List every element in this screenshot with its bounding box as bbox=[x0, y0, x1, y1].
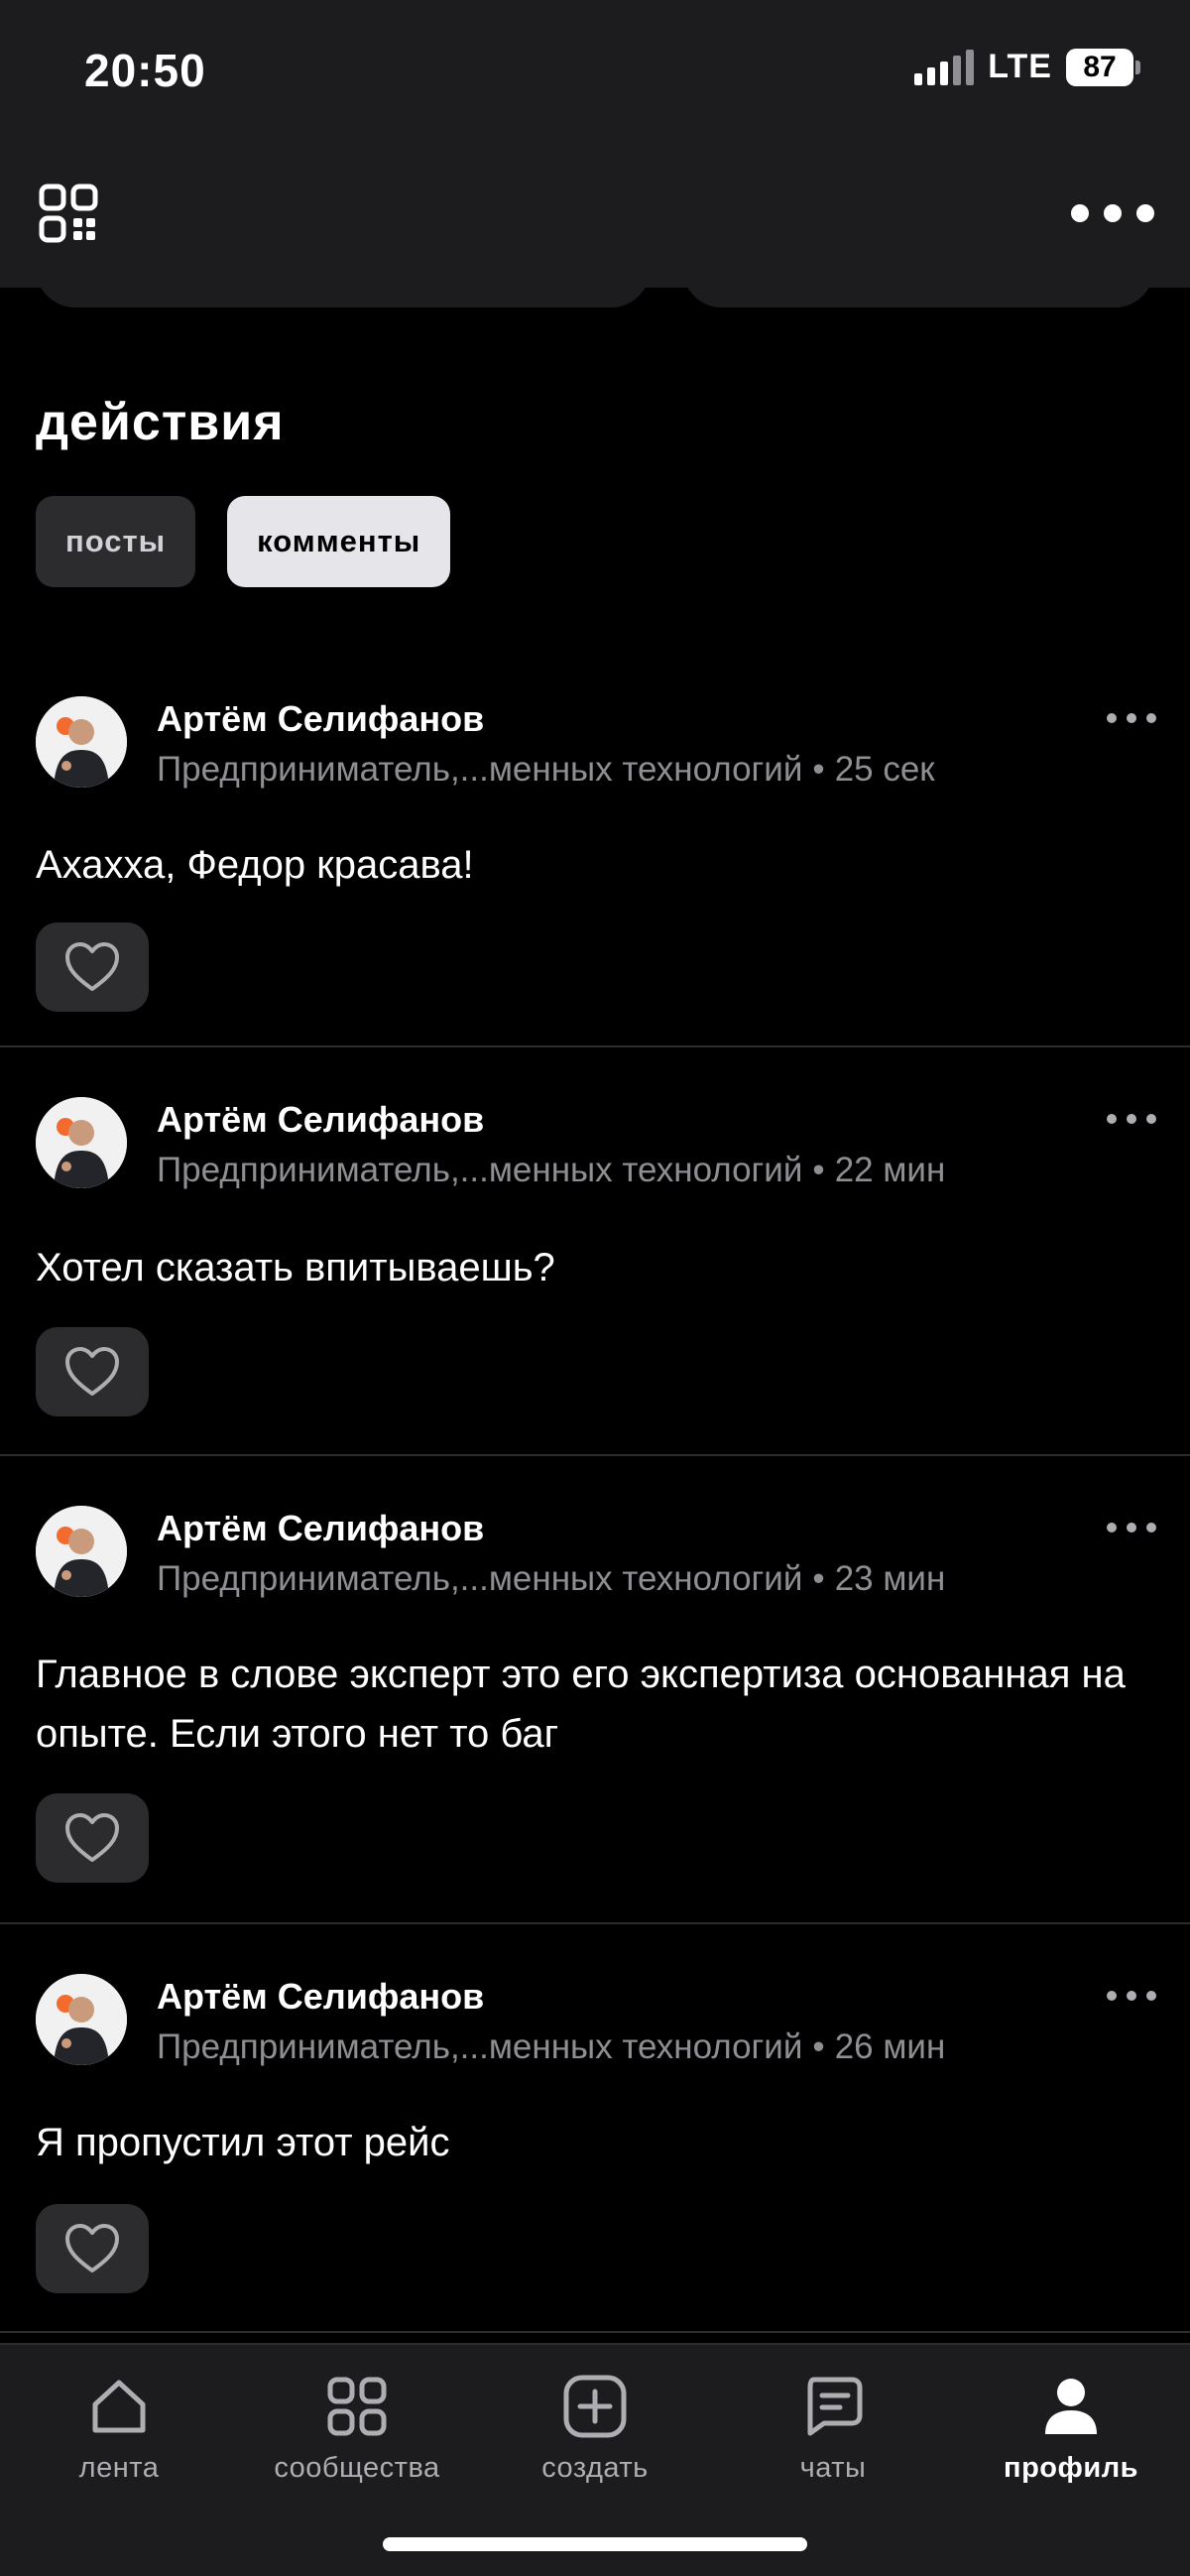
author-subtitle: Предприниматель,...менных технологий bbox=[157, 1559, 803, 1598]
nav-item-chats[interactable]: чаты bbox=[714, 2371, 952, 2485]
plus-square-icon bbox=[559, 2371, 631, 2442]
network-type: LTE bbox=[988, 48, 1052, 85]
comment-time: 25 сек bbox=[834, 750, 935, 789]
nav-label: сообщества bbox=[274, 2452, 440, 2484]
nav-label: лента bbox=[78, 2452, 160, 2484]
comment-more-icon[interactable] bbox=[1107, 708, 1156, 728]
profile-icon bbox=[1035, 2371, 1107, 2442]
nav-item-communities[interactable]: сообщества bbox=[238, 2371, 476, 2485]
status-time: 20:50 bbox=[84, 45, 206, 96]
tab-posts[interactable]: посты bbox=[36, 496, 196, 587]
comment-time: 22 мин bbox=[834, 1151, 946, 1189]
comment-text: Я пропустил этот рейс bbox=[36, 2121, 450, 2164]
comment-meta: Предприниматель,...менных технологий • 23 … bbox=[157, 1559, 946, 1598]
author-subtitle: Предприниматель,...менных технологий bbox=[157, 750, 803, 789]
chat-icon bbox=[797, 2371, 869, 2442]
profile-card-right bbox=[682, 268, 1154, 307]
status-indicators: LTE 87 bbox=[914, 48, 1140, 86]
qr-code-icon[interactable] bbox=[36, 181, 101, 246]
like-button[interactable] bbox=[36, 922, 149, 1012]
grid-icon bbox=[321, 2371, 393, 2442]
comment-author[interactable]: Артём Селифанов bbox=[157, 698, 484, 740]
comment-author[interactable]: Артём Селифанов bbox=[157, 1976, 484, 2018]
comment-text: Хотел сказать впитываешь? bbox=[36, 1246, 555, 1289]
profile-card-left bbox=[36, 268, 651, 307]
avatar[interactable] bbox=[36, 1097, 127, 1188]
avatar[interactable] bbox=[36, 1974, 127, 2065]
activity-tabs: посты комменты bbox=[36, 496, 451, 587]
comment-meta: Предприниматель,...менных технологий • 25 … bbox=[157, 750, 935, 789]
home-icon bbox=[83, 2371, 155, 2442]
top-bar: 20:50 LTE 87 bbox=[0, 0, 1190, 288]
battery-icon: 87 bbox=[1066, 48, 1140, 86]
like-button[interactable] bbox=[36, 2204, 149, 2293]
comment-author[interactable]: Артём Селифанов bbox=[157, 1099, 484, 1141]
signal-icon bbox=[914, 49, 975, 85]
nav-label: чаты bbox=[799, 2452, 867, 2484]
list-item: Артём Селифанов Предприниматель,...менны… bbox=[0, 647, 1190, 1047]
tab-comments[interactable]: комменты bbox=[227, 496, 451, 587]
heart-icon bbox=[65, 2224, 119, 2272]
nav-item-profile[interactable]: профиль bbox=[952, 2371, 1190, 2485]
comment-author[interactable]: Артём Селифанов bbox=[157, 1508, 484, 1549]
nav-label: создать bbox=[541, 2452, 649, 2484]
avatar[interactable] bbox=[36, 696, 127, 788]
comment-text: Ахахха, Федор красава! bbox=[36, 843, 474, 887]
author-subtitle: Предприниматель,...менных технологий bbox=[157, 1151, 803, 1189]
like-button[interactable] bbox=[36, 1327, 149, 1416]
heart-icon bbox=[65, 1813, 119, 1862]
list-item: Артём Селифанов Предприниматель,...менны… bbox=[0, 1924, 1190, 2333]
more-horizontal-icon[interactable] bbox=[1071, 190, 1154, 236]
nav-item-feed[interactable]: лента bbox=[0, 2371, 238, 2485]
comment-more-icon[interactable] bbox=[1107, 1518, 1156, 1537]
like-button[interactable] bbox=[36, 1793, 149, 1883]
comment-meta: Предприниматель,...менных технологий • 26 … bbox=[157, 2027, 946, 2066]
comment-time: 26 мин bbox=[834, 2027, 946, 2066]
list-item: Артём Селифанов Предприниматель,...менны… bbox=[0, 1456, 1190, 1924]
heart-icon bbox=[65, 1347, 119, 1396]
comment-text: Главное в слове эксперт это его эксперти… bbox=[36, 1653, 1126, 1756]
nav-label: профиль bbox=[1004, 2452, 1138, 2484]
comment-time: 23 мин bbox=[834, 1559, 946, 1598]
home-indicator bbox=[383, 2537, 807, 2551]
heart-icon bbox=[65, 942, 119, 991]
comment-meta: Предприниматель,...менных технологий • 22 … bbox=[157, 1151, 946, 1189]
avatar[interactable] bbox=[36, 1506, 127, 1597]
comment-more-icon[interactable] bbox=[1107, 1986, 1156, 2006]
author-subtitle: Предприниматель,...менных технологий bbox=[157, 2027, 803, 2066]
comments-list: Артём Селифанов Предприниматель,...менны… bbox=[0, 647, 1190, 2333]
nav-item-create[interactable]: создать bbox=[476, 2371, 714, 2485]
list-item: Артём Селифанов Предприниматель,...менны… bbox=[0, 1047, 1190, 1456]
battery-level: 87 bbox=[1066, 48, 1133, 86]
section-title: действия bbox=[36, 394, 285, 451]
comment-more-icon[interactable] bbox=[1107, 1109, 1156, 1129]
